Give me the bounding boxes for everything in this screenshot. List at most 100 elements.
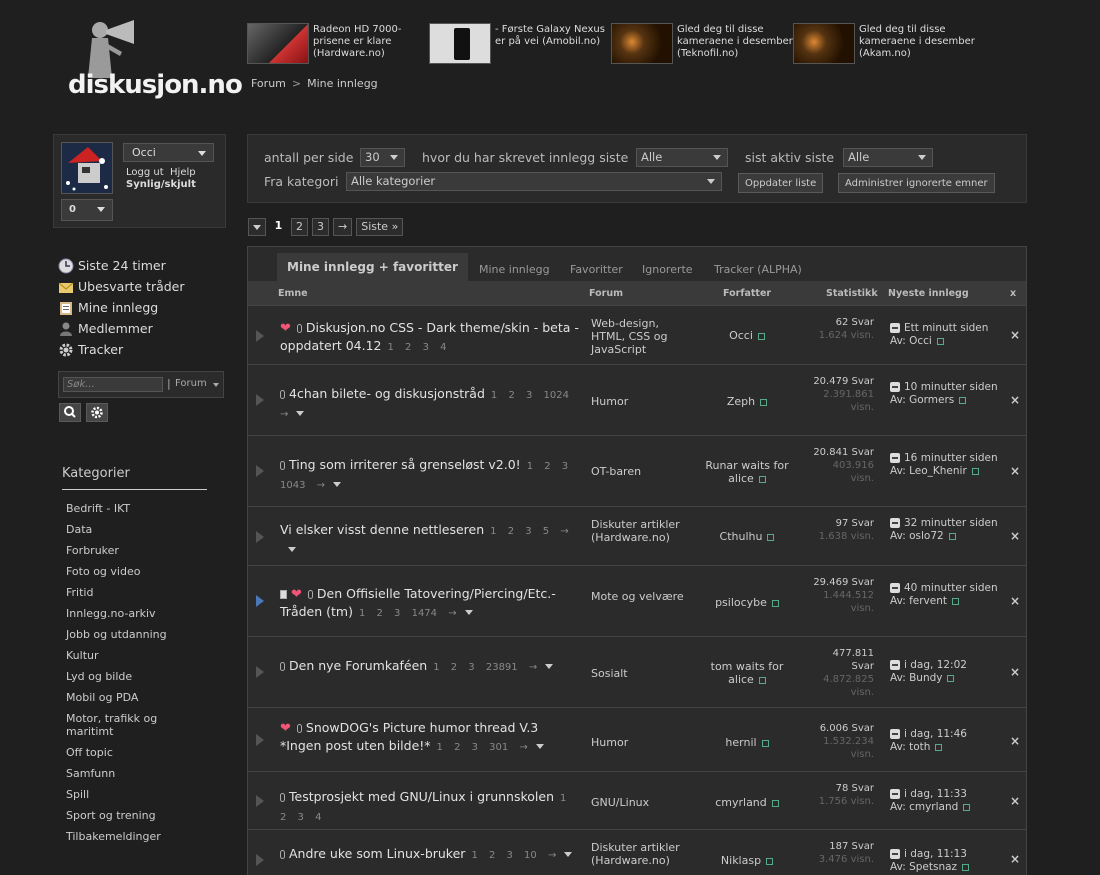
- table-row[interactable]: Vi elsker visst denne nettleseren 1 2 3 5…: [248, 506, 1026, 565]
- category-link[interactable]: Tilbakemeldinger: [62, 826, 212, 847]
- topic-pages[interactable]: 1 2 3 4: [388, 342, 447, 353]
- profile-link-icon[interactable]: [962, 863, 970, 871]
- latest-post-icon[interactable]: [890, 583, 900, 593]
- user-menu-button[interactable]: Occi: [123, 143, 214, 162]
- news-caption[interactable]: Radeon HD 7000-prisene er klare (Hardwar…: [313, 24, 431, 60]
- latest-post-icon[interactable]: [890, 789, 900, 799]
- logout-link[interactable]: Logg ut: [126, 167, 164, 178]
- latest-author[interactable]: Av: toth: [890, 741, 930, 753]
- topic-pages[interactable]: 1 2 3 10 →: [471, 850, 556, 861]
- column-topic[interactable]: Emne: [278, 288, 308, 299]
- latest-author[interactable]: Av: fervent: [890, 595, 947, 607]
- tab-favorites[interactable]: Favoritter: [570, 253, 623, 281]
- page-link[interactable]: 2: [291, 218, 308, 236]
- chevron-down-icon[interactable]: [564, 852, 573, 857]
- topic-pages[interactable]: 1 2 3 23891 →: [433, 662, 537, 673]
- topic-author[interactable]: Runar waits for alice: [705, 459, 788, 485]
- category-link[interactable]: Jobb og utdanning: [62, 624, 212, 645]
- profile-link-icon[interactable]: [947, 674, 955, 682]
- tab-ignored[interactable]: Ignorerte: [642, 253, 693, 281]
- expand-arrow-icon[interactable]: [256, 330, 264, 342]
- category-select[interactable]: Alle kategorier: [346, 172, 722, 191]
- category-link[interactable]: Off topic: [62, 742, 212, 763]
- latest-time[interactable]: Ett minutt siden: [904, 322, 988, 334]
- news-caption[interactable]: Gled deg til disse kameraene i desember …: [677, 24, 795, 60]
- expand-arrow-icon[interactable]: [256, 854, 264, 866]
- visibility-toggle[interactable]: Synlig/skjult: [126, 179, 196, 190]
- search-settings-button[interactable]: [86, 403, 108, 422]
- latest-author[interactable]: Av: Bundy: [890, 672, 942, 684]
- profile-link-icon[interactable]: [758, 475, 766, 483]
- expand-arrow-icon[interactable]: [256, 595, 264, 607]
- profile-link-icon[interactable]: [959, 396, 967, 404]
- topic-pages[interactable]: 1 2 3 301 →: [437, 742, 528, 753]
- latest-author[interactable]: Av: oslo72: [890, 530, 944, 542]
- latest-time[interactable]: 10 minutter siden: [904, 381, 998, 393]
- profile-link-icon[interactable]: [767, 533, 775, 541]
- topic-forum[interactable]: Humor: [591, 395, 686, 408]
- topic-author[interactable]: hernil: [725, 736, 756, 749]
- latest-time[interactable]: i dag, 12:02: [904, 659, 967, 671]
- topic-author[interactable]: Occi: [729, 329, 753, 342]
- tab-my-posts-favorites[interactable]: Mine innlegg + favoritter: [277, 253, 468, 281]
- expand-arrow-icon[interactable]: [256, 394, 264, 406]
- category-link[interactable]: Bedrift - IKT: [62, 498, 212, 519]
- chevron-down-icon[interactable]: [333, 482, 342, 487]
- latest-time[interactable]: i dag, 11:46: [904, 728, 967, 740]
- profile-link-icon[interactable]: [771, 799, 779, 807]
- nav-item-last-24h[interactable]: Siste 24 timer: [58, 255, 228, 276]
- active-select[interactable]: Alle: [843, 148, 933, 167]
- where-select[interactable]: Alle: [636, 148, 728, 167]
- profile-link-icon[interactable]: [936, 337, 944, 345]
- nav-item-members[interactable]: Medlemmer: [58, 318, 228, 339]
- table-row[interactable]: Den nye Forumkaféen 1 2 3 23891 → Sosialt…: [248, 636, 1026, 707]
- expand-arrow-icon[interactable]: [256, 666, 264, 678]
- expand-arrow-icon[interactable]: [256, 795, 264, 807]
- category-link[interactable]: Samfunn: [62, 763, 212, 784]
- latest-author[interactable]: Av: Spetsnaz: [890, 861, 957, 873]
- news-item[interactable]: Gled deg til disse kameraene i desember …: [793, 22, 975, 66]
- close-icon[interactable]: ×: [1010, 464, 1020, 478]
- latest-time[interactable]: 40 minutter siden: [904, 582, 998, 594]
- help-link[interactable]: Hjelp: [170, 167, 196, 178]
- category-link[interactable]: Data: [62, 519, 212, 540]
- next-page-button[interactable]: →: [333, 218, 353, 236]
- site-logo[interactable]: diskusjon.no: [66, 16, 243, 106]
- profile-link-icon[interactable]: [935, 743, 943, 751]
- topic-forum[interactable]: Sosialt: [591, 667, 686, 680]
- chevron-down-icon[interactable]: [535, 744, 544, 749]
- expand-arrow-icon[interactable]: [256, 465, 264, 477]
- table-row[interactable]: ❤ Den Offisielle Tatovering/Piercing/Etc.…: [248, 565, 1026, 636]
- table-row[interactable]: Ting som irriterer så grenseløst v2.0! 1 …: [248, 435, 1026, 506]
- close-icon[interactable]: ×: [1010, 794, 1020, 808]
- category-link[interactable]: Spill: [62, 784, 212, 805]
- topic-author[interactable]: cmyrland: [715, 796, 767, 809]
- update-list-button[interactable]: Oppdater liste: [738, 173, 824, 193]
- profile-link-icon[interactable]: [963, 803, 971, 811]
- topic-author[interactable]: Cthulhu: [720, 530, 763, 543]
- topic-forum[interactable]: GNU/Linux: [591, 796, 686, 809]
- profile-link-icon[interactable]: [952, 597, 960, 605]
- topic-title[interactable]: Vi elsker visst denne nettleseren: [280, 522, 484, 537]
- pager-menu-button[interactable]: [248, 218, 266, 236]
- tab-tracker[interactable]: Tracker (ALPHA): [714, 253, 802, 281]
- per-page-select[interactable]: 30: [360, 148, 405, 167]
- latest-time[interactable]: 32 minutter siden: [904, 517, 998, 529]
- nav-item-unanswered[interactable]: Ubesvarte tråder: [58, 276, 228, 297]
- profile-link-icon[interactable]: [757, 332, 765, 340]
- profile-link-icon[interactable]: [766, 857, 774, 865]
- profile-link-icon[interactable]: [761, 739, 769, 747]
- topic-title[interactable]: Andre uke som Linux-bruker: [289, 846, 465, 861]
- topic-forum[interactable]: Diskuter artikler (Hardware.no): [591, 841, 686, 867]
- latest-time[interactable]: i dag, 11:13: [904, 848, 967, 860]
- search-button[interactable]: [59, 403, 81, 422]
- latest-author[interactable]: Av: Occi: [890, 335, 932, 347]
- category-link[interactable]: Forbruker: [62, 540, 212, 561]
- profile-link-icon[interactable]: [771, 599, 779, 607]
- avatar[interactable]: [61, 142, 113, 194]
- topic-forum[interactable]: OT-baren: [591, 465, 686, 478]
- nav-item-tracker[interactable]: Tracker: [58, 339, 228, 360]
- topic-forum[interactable]: Mote og velvære: [591, 590, 686, 603]
- nav-item-my-posts[interactable]: Mine innlegg: [58, 297, 228, 318]
- news-item[interactable]: - Første Galaxy Nexus er på vei (Amobil.…: [429, 22, 609, 66]
